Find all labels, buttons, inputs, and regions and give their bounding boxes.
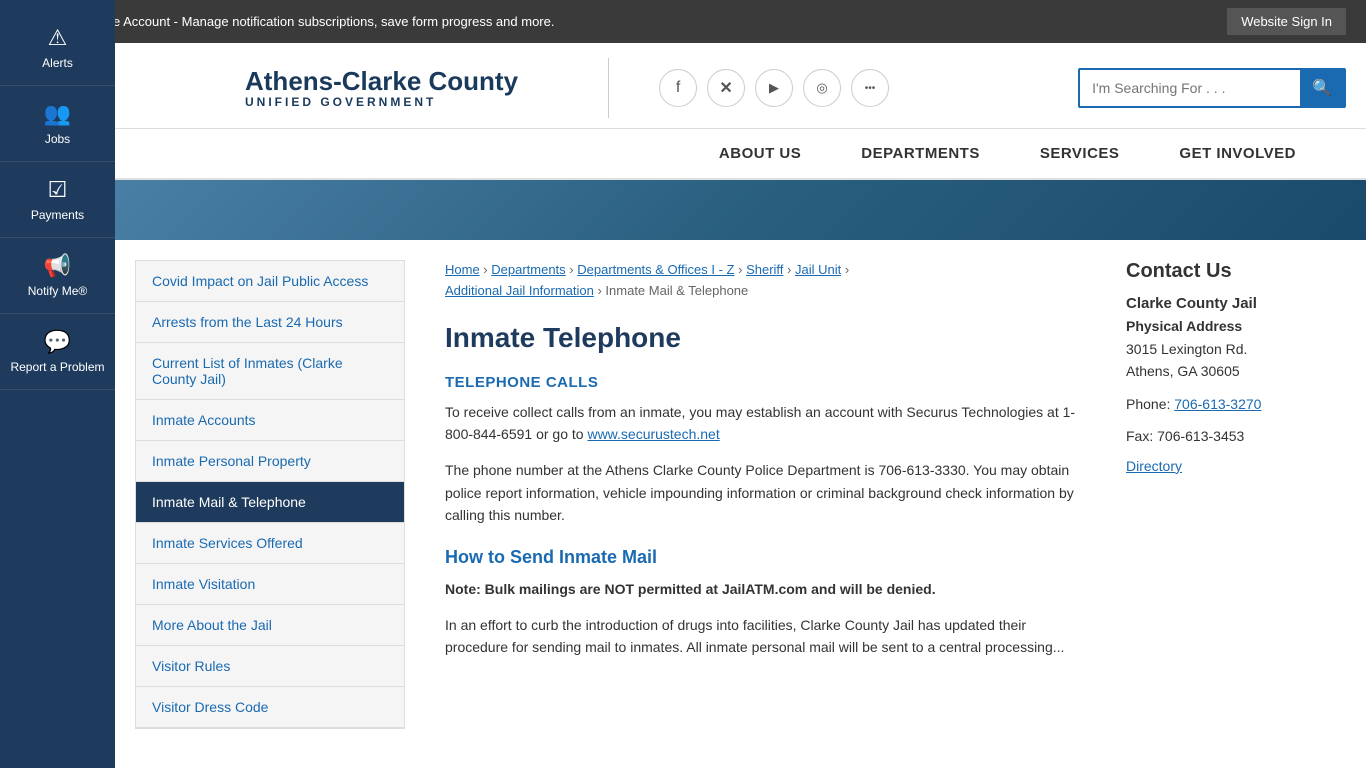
mail-note: Note: Bulk mailings are NOT permitted at… bbox=[445, 578, 1086, 600]
social-icons: f ✕ ▶ ◎ ••• bbox=[659, 69, 889, 107]
sidebar-item-payments[interactable]: ☑ Payments bbox=[0, 162, 115, 238]
twitter-x-icon[interactable]: ✕ bbox=[707, 69, 745, 107]
breadcrumb-current: Inmate Mail & Telephone bbox=[605, 283, 748, 298]
nav-departments[interactable]: DEPARTMENTS bbox=[831, 129, 1010, 178]
report-icon: 💬 bbox=[44, 329, 71, 355]
sidebar-item-notify[interactable]: 📢 Notify Me® bbox=[0, 238, 115, 314]
side-navigation: Covid Impact on Jail Public Access Arres… bbox=[135, 260, 405, 729]
mail-section-title: How to Send Inmate Mail bbox=[445, 547, 1086, 568]
main-content: Home › Departments › Departments & Offic… bbox=[425, 260, 1106, 729]
search-button[interactable]: 🔍 bbox=[1300, 70, 1344, 106]
search-area: 🔍 bbox=[1078, 68, 1346, 108]
sidebar-report-label: Report a Problem bbox=[10, 360, 104, 374]
side-nav-covid[interactable]: Covid Impact on Jail Public Access bbox=[136, 261, 404, 302]
contact-title: Contact Us bbox=[1126, 260, 1346, 283]
page-title: Inmate Telephone bbox=[445, 322, 1086, 354]
phone-text: Phone: 706-613-3270 bbox=[1126, 393, 1346, 415]
facebook-icon[interactable]: f bbox=[659, 69, 697, 107]
breadcrumb: Home › Departments › Departments & Offic… bbox=[445, 260, 1086, 302]
content-wrapper: Athens-Clarke County UNIFIED GOVERNMENT … bbox=[115, 43, 1366, 749]
side-nav-arrests[interactable]: Arrests from the Last 24 Hours bbox=[136, 302, 404, 343]
site-header: Athens-Clarke County UNIFIED GOVERNMENT … bbox=[115, 43, 1366, 129]
breadcrumb-additional-jail[interactable]: Additional Jail Information bbox=[445, 283, 594, 298]
hero-banner bbox=[115, 180, 1366, 240]
side-nav-inmates-list[interactable]: Current List of Inmates (Clarke County J… bbox=[136, 343, 404, 400]
sidebar-item-jobs[interactable]: 👥 Jobs bbox=[0, 86, 115, 162]
top-banner: Create a Website Account - Manage notifi… bbox=[0, 0, 1366, 43]
logo-subtitle: UNIFIED GOVERNMENT bbox=[245, 95, 518, 109]
logo-title: Athens-Clarke County bbox=[245, 67, 518, 96]
breadcrumb-departments[interactable]: Departments bbox=[491, 262, 565, 277]
breadcrumb-jail-unit[interactable]: Jail Unit bbox=[795, 262, 841, 277]
jobs-icon: 👥 bbox=[44, 101, 71, 127]
side-nav-services-offered[interactable]: Inmate Services Offered bbox=[136, 523, 404, 564]
payments-icon: ☑ bbox=[48, 177, 68, 203]
logo-area: Athens-Clarke County UNIFIED GOVERNMENT bbox=[245, 67, 518, 110]
telephone-text-2: The phone number at the Athens Clarke Co… bbox=[445, 459, 1086, 526]
fax-text: Fax: 706-613-3453 bbox=[1126, 425, 1346, 447]
sidebar-alerts-label: Alerts bbox=[42, 56, 73, 70]
side-nav-personal-property[interactable]: Inmate Personal Property bbox=[136, 441, 404, 482]
side-nav-visitor-rules[interactable]: Visitor Rules bbox=[136, 646, 404, 687]
sidebar-payments-label: Payments bbox=[31, 208, 84, 222]
side-nav-inmate-accounts[interactable]: Inmate Accounts bbox=[136, 400, 404, 441]
telephone-section-title: TELEPHONE CALLS bbox=[445, 374, 1086, 391]
breadcrumb-home[interactable]: Home bbox=[445, 262, 480, 277]
notify-icon: 📢 bbox=[44, 253, 71, 279]
address-label: Physical Address bbox=[1126, 318, 1346, 334]
content-area: Covid Impact on Jail Public Access Arres… bbox=[115, 240, 1366, 749]
contact-sidebar: Contact Us Clarke County Jail Physical A… bbox=[1126, 260, 1346, 729]
more-icons[interactable]: ••• bbox=[851, 69, 889, 107]
sidebar-jobs-label: Jobs bbox=[45, 132, 70, 146]
nav-get-involved[interactable]: GET INVOLVED bbox=[1149, 129, 1326, 178]
instagram-icon[interactable]: ◎ bbox=[803, 69, 841, 107]
nav-services[interactable]: SERVICES bbox=[1010, 129, 1150, 178]
side-nav-mail-telephone[interactable]: Inmate Mail & Telephone bbox=[136, 482, 404, 523]
side-nav-more-about[interactable]: More About the Jail bbox=[136, 605, 404, 646]
search-input[interactable] bbox=[1080, 72, 1300, 104]
breadcrumb-sheriff[interactable]: Sheriff bbox=[746, 262, 783, 277]
sidebar-notify-label: Notify Me® bbox=[28, 284, 88, 298]
mail-text: In an effort to curb the introduction of… bbox=[445, 614, 1086, 659]
phone-link[interactable]: 706-613-3270 bbox=[1174, 396, 1261, 412]
logo-divider bbox=[608, 58, 609, 118]
left-sidebar: ⚠ Alerts 👥 Jobs ☑ Payments 📢 Notify Me® … bbox=[0, 0, 115, 768]
nav-about-us[interactable]: ABOUT US bbox=[689, 129, 831, 178]
sidebar-item-report[interactable]: 💬 Report a Problem bbox=[0, 314, 115, 390]
breadcrumb-offices[interactable]: Departments & Offices I - Z bbox=[577, 262, 734, 277]
sign-in-button[interactable]: Website Sign In bbox=[1227, 8, 1346, 35]
telephone-text-1: To receive collect calls from an inmate,… bbox=[445, 401, 1086, 446]
main-nav: ABOUT US DEPARTMENTS SERVICES GET INVOLV… bbox=[115, 129, 1366, 180]
side-nav-visitation[interactable]: Inmate Visitation bbox=[136, 564, 404, 605]
side-nav-visitor-dress[interactable]: Visitor Dress Code bbox=[136, 687, 404, 728]
youtube-icon[interactable]: ▶ bbox=[755, 69, 793, 107]
alerts-icon: ⚠ bbox=[48, 25, 68, 51]
directory-link[interactable]: Directory bbox=[1126, 458, 1346, 474]
sidebar-item-alerts[interactable]: ⚠ Alerts bbox=[0, 10, 115, 86]
address-text: 3015 Lexington Rd. Athens, GA 30605 bbox=[1126, 338, 1346, 383]
facility-name: Clarke County Jail bbox=[1126, 295, 1346, 312]
securustech-link[interactable]: www.securustech.net bbox=[587, 426, 719, 442]
